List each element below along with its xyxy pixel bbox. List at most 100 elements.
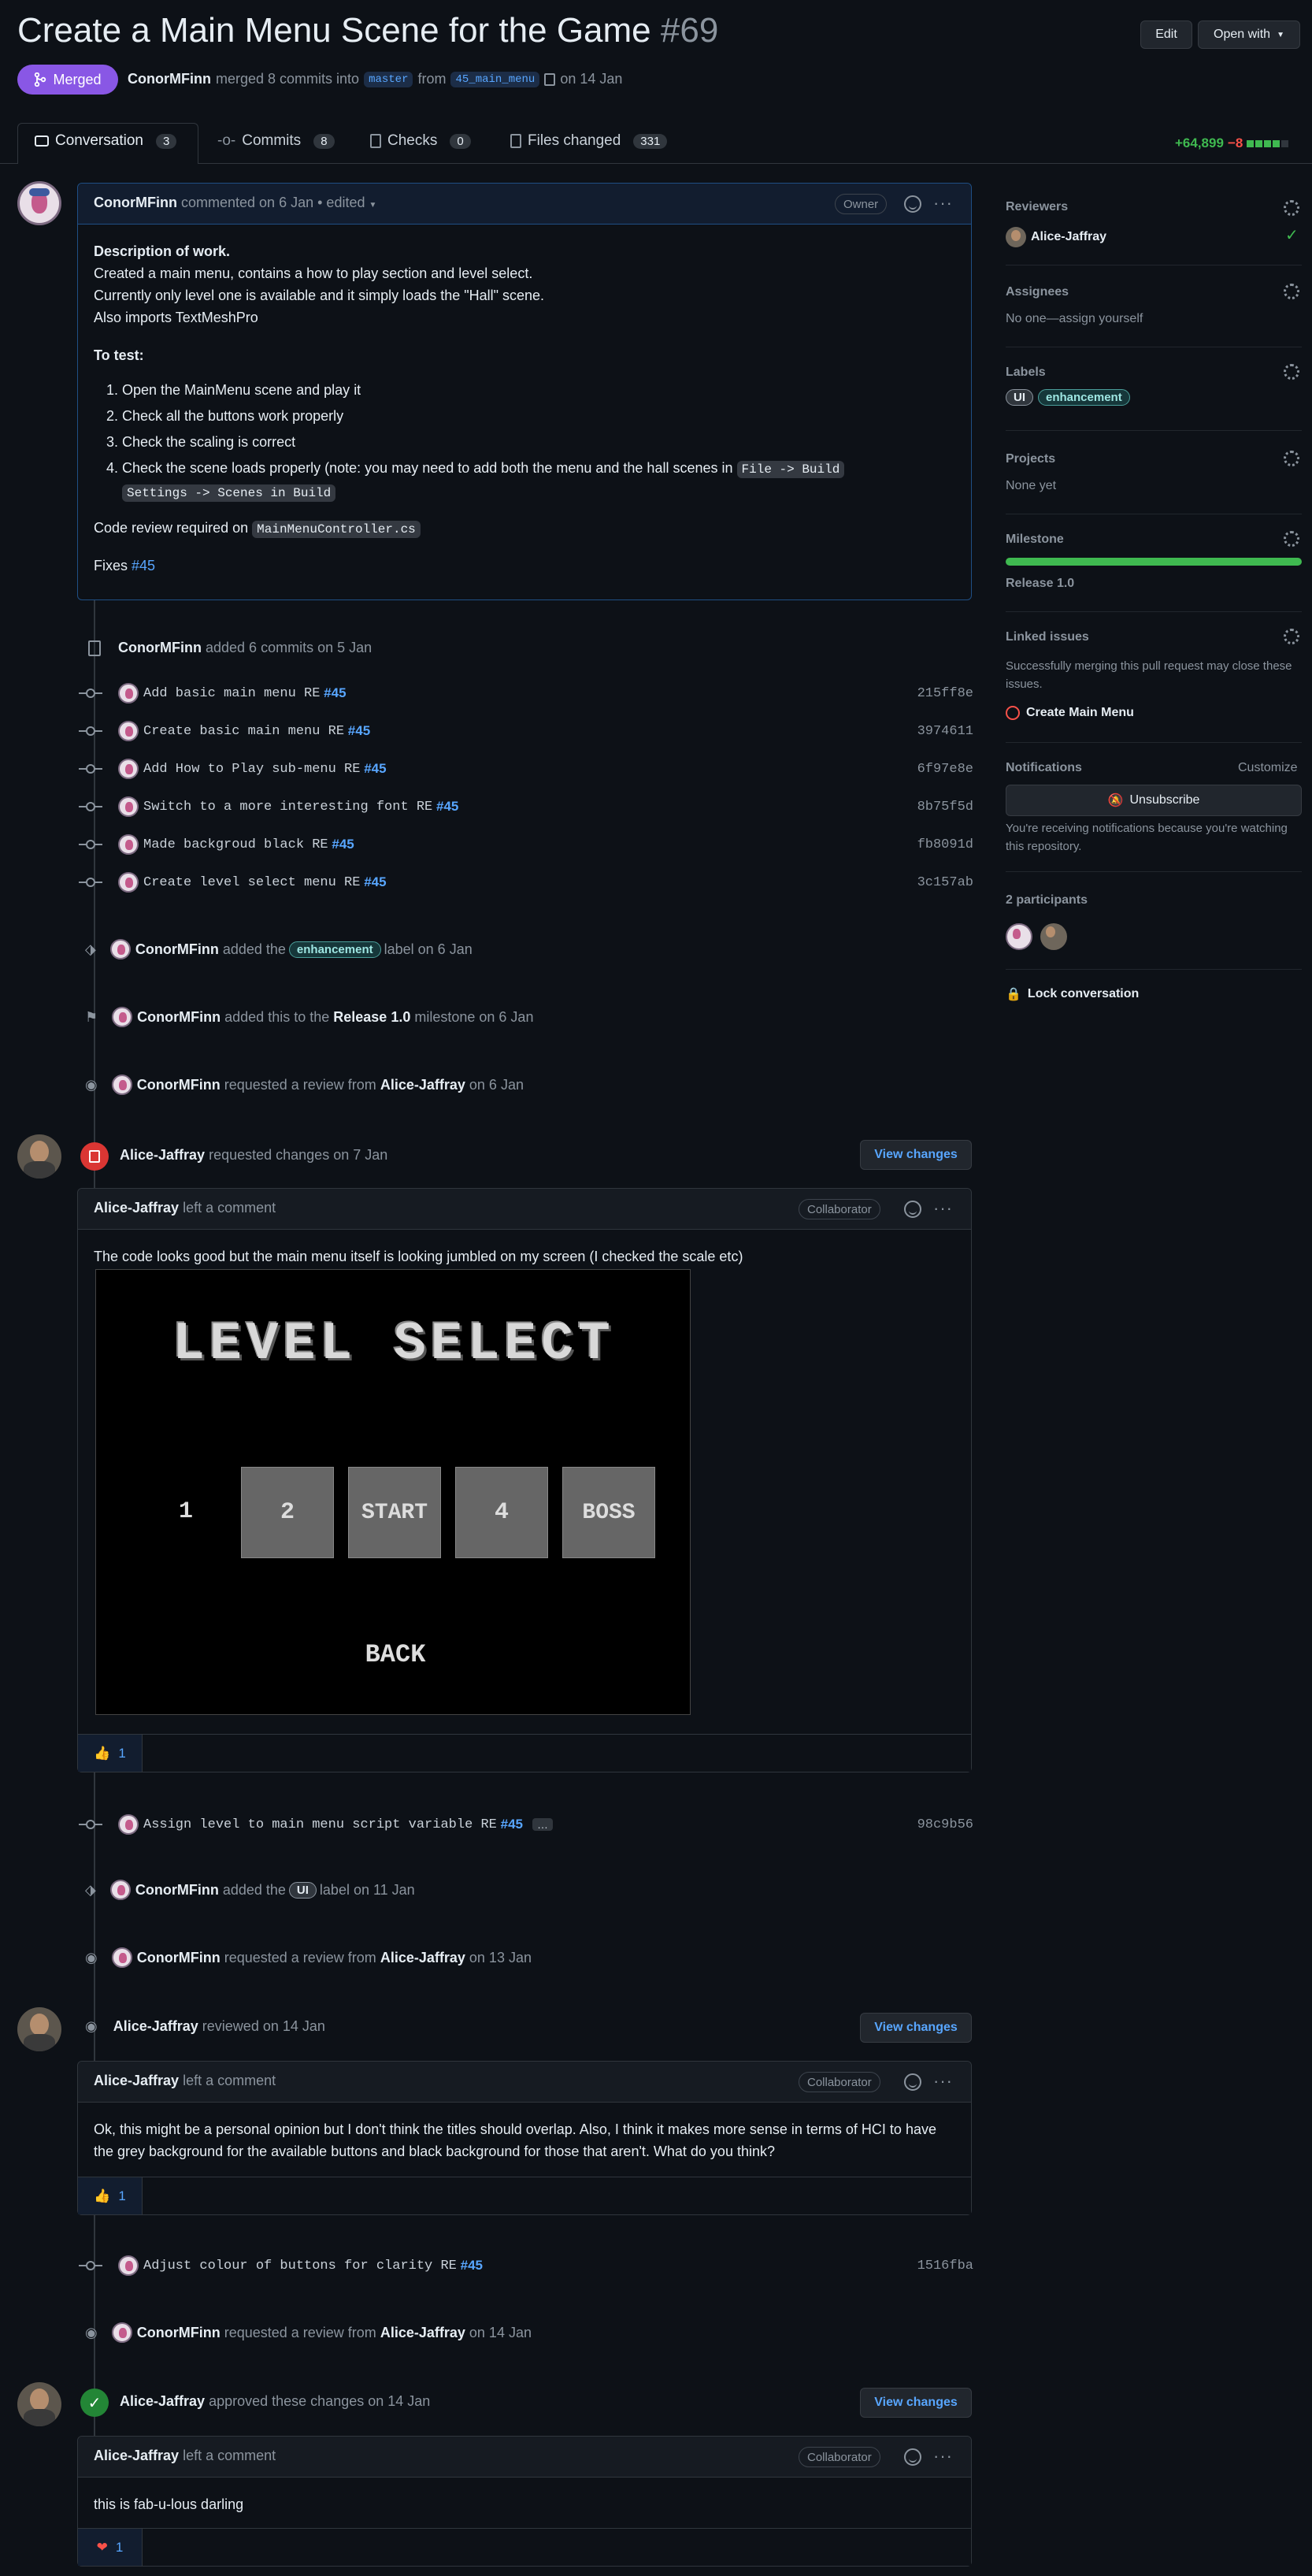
issue-link[interactable]: #45 xyxy=(332,837,354,852)
labels-heading[interactable]: Labels xyxy=(1006,366,1046,380)
reviewer-link[interactable]: Alice-Jaffray xyxy=(380,1077,465,1093)
avatar[interactable] xyxy=(109,1880,131,1900)
commit-text[interactable]: Add How to Play sub-menu RE xyxy=(143,762,360,777)
event-author[interactable]: ConorMFinn xyxy=(137,1077,221,1093)
thumbs-up-reaction[interactable]: 👍 1 xyxy=(78,2177,143,2214)
open-with-button[interactable]: Open with ▼ xyxy=(1198,20,1300,49)
customize-link[interactable]: Customize xyxy=(1238,761,1298,775)
reviewer-name[interactable]: Alice-Jaffray xyxy=(1031,230,1106,244)
projects-heading[interactable]: Projects xyxy=(1006,452,1055,466)
milestone-value[interactable]: Release 1.0 xyxy=(1006,577,1074,591)
label-ui[interactable]: UI xyxy=(1006,389,1033,406)
gear-icon[interactable] xyxy=(1284,284,1299,299)
gear-icon[interactable] xyxy=(1284,451,1299,466)
diffstat[interactable]: +64,899 −8 xyxy=(1175,135,1289,151)
issue-link[interactable]: #45 xyxy=(501,1817,523,1832)
comment-author[interactable]: Alice-Jaffray xyxy=(94,2448,179,2463)
comment-author[interactable]: Alice-Jaffray xyxy=(94,1200,179,1216)
gear-icon[interactable] xyxy=(1284,531,1299,547)
avatar[interactable] xyxy=(118,834,139,855)
avatar[interactable] xyxy=(112,1007,133,1027)
linked-issue[interactable]: Create Main Menu xyxy=(1006,706,1134,720)
author-avatar[interactable] xyxy=(17,181,61,225)
commit-sha[interactable]: 6f97e8e xyxy=(917,762,973,777)
game-screenshot[interactable]: LEVEL SELECT 1 2 START 4 BOSS BACK xyxy=(95,1269,691,1715)
commit-text[interactable]: Create level select menu RE xyxy=(143,875,360,890)
view-changes-button[interactable]: View changes xyxy=(860,2013,972,2043)
issue-link[interactable]: #45 xyxy=(324,685,346,701)
kebab-menu-icon[interactable]: ··· xyxy=(933,2446,953,2467)
issue-link[interactable]: #45 xyxy=(461,2258,483,2273)
reviewer-link[interactable]: Alice-Jaffray xyxy=(380,1950,465,1966)
label-ui[interactable]: UI xyxy=(288,1881,317,1899)
linked-issues-heading[interactable]: Linked issues xyxy=(1006,630,1089,644)
assignees-value[interactable]: No one—assign yourself xyxy=(1006,312,1143,326)
issue-link[interactable]: #45 xyxy=(364,761,386,777)
comment-author[interactable]: ConorMFinn xyxy=(94,195,177,210)
edit-button[interactable]: Edit xyxy=(1140,20,1192,49)
unsubscribe-button[interactable]: 🔕 Unsubscribe xyxy=(1006,785,1302,816)
event-author[interactable]: Alice-Jaffray xyxy=(120,1147,205,1164)
kebab-menu-icon[interactable]: ··· xyxy=(933,1198,953,1219)
copy-icon[interactable] xyxy=(544,72,556,86)
view-changes-button[interactable]: View changes xyxy=(860,2388,972,2418)
gear-icon[interactable] xyxy=(1284,629,1299,644)
participant-avatar[interactable] xyxy=(1040,923,1067,950)
avatar[interactable] xyxy=(111,1075,132,1095)
event-author[interactable]: ConorMFinn xyxy=(135,1882,219,1899)
commit-text[interactable]: Switch to a more interesting font RE xyxy=(143,800,432,815)
reviewer-avatar[interactable] xyxy=(17,1134,61,1179)
label-enhancement[interactable]: enhancement xyxy=(1038,389,1130,406)
commit-sha[interactable]: 3c157ab xyxy=(917,875,973,890)
assignees-heading[interactable]: Assignees xyxy=(1006,285,1069,299)
event-author[interactable]: ConorMFinn xyxy=(135,941,219,958)
issue-link[interactable]: #45 xyxy=(348,723,370,739)
avatar[interactable] xyxy=(109,939,131,960)
commit-sha[interactable]: 8b75f5d xyxy=(917,800,973,815)
issue-link[interactable]: #45 xyxy=(364,874,386,890)
commit-text[interactable]: Made backgroud black RE xyxy=(143,837,328,852)
kebab-menu-icon[interactable]: ··· xyxy=(933,2071,953,2092)
commit-sha[interactable]: 3974611 xyxy=(917,724,973,739)
pr-author[interactable]: ConorMFinn xyxy=(128,71,211,87)
reviewer-avatar[interactable] xyxy=(17,2007,61,2051)
comment-date[interactable]: commented on 6 Jan xyxy=(181,195,313,210)
lock-conversation-link[interactable]: 🔒 Lock conversation xyxy=(1006,986,1139,1002)
comment-author[interactable]: Alice-Jaffray xyxy=(94,2073,179,2088)
reviewer-avatar[interactable] xyxy=(17,2382,61,2426)
caret-down-icon[interactable]: ▼ xyxy=(369,201,377,210)
commit-sha[interactable]: 98c9b56 xyxy=(917,1817,973,1832)
tab-commits[interactable]: -o- Commits 8 xyxy=(217,118,335,164)
event-author[interactable]: ConorMFinn xyxy=(137,2325,221,2341)
avatar[interactable] xyxy=(118,796,139,817)
avatar[interactable] xyxy=(111,1947,132,1968)
linked-issue-title[interactable]: Create Main Menu xyxy=(1026,706,1134,720)
avatar[interactable] xyxy=(118,1814,139,1835)
commit-text[interactable]: Create basic main menu RE xyxy=(143,724,344,739)
milestone-link[interactable]: Release 1.0 xyxy=(333,1009,410,1026)
event-author[interactable]: ConorMFinn xyxy=(118,640,202,656)
commit-sha[interactable]: fb8091d xyxy=(917,837,973,852)
kebab-menu-icon[interactable]: ··· xyxy=(933,193,953,213)
reviewers-heading[interactable]: Reviewers xyxy=(1006,200,1068,214)
milestone-heading[interactable]: Milestone xyxy=(1006,533,1064,547)
gear-icon[interactable] xyxy=(1284,364,1299,380)
commit-sha[interactable]: 1516fba xyxy=(917,2259,973,2273)
smiley-icon[interactable] xyxy=(904,2448,921,2466)
reviewer-link[interactable]: Alice-Jaffray xyxy=(380,2325,465,2341)
event-author[interactable]: Alice-Jaffray xyxy=(113,2018,198,2035)
issue-link[interactable]: #45 xyxy=(132,558,155,573)
heart-reaction[interactable]: ❤ 1 xyxy=(78,2529,143,2566)
avatar[interactable] xyxy=(118,683,139,703)
commit-text[interactable]: Add basic main menu RE xyxy=(143,686,320,701)
event-author[interactable]: ConorMFinn xyxy=(137,1009,221,1026)
smiley-icon[interactable] xyxy=(904,195,921,213)
view-changes-button[interactable]: View changes xyxy=(860,1140,972,1170)
expand-commit-button[interactable]: … xyxy=(532,1818,553,1831)
event-author[interactable]: Alice-Jaffray xyxy=(120,2393,205,2410)
tab-conversation[interactable]: Conversation 3 xyxy=(35,118,177,164)
thumbs-up-reaction[interactable]: 👍 1 xyxy=(78,1735,143,1772)
issue-link[interactable]: #45 xyxy=(436,799,458,815)
gear-icon[interactable] xyxy=(1284,200,1299,216)
commit-text[interactable]: Adjust colour of buttons for clarity RE xyxy=(143,2259,457,2273)
